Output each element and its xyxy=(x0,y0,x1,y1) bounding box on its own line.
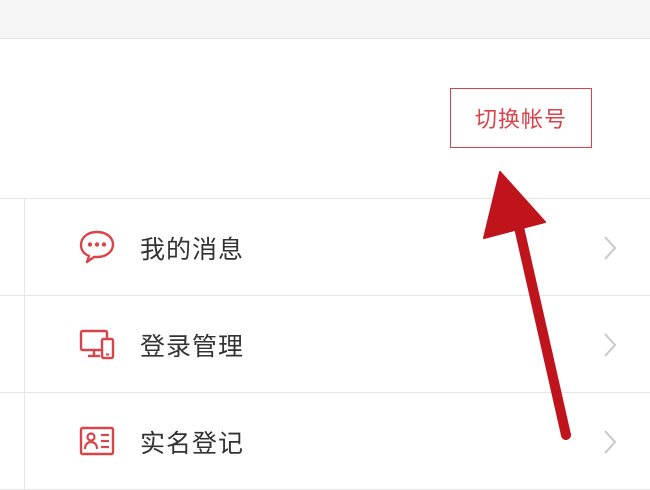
devices-icon xyxy=(79,329,115,360)
menu-item-real-name-registration[interactable]: 实名登记 xyxy=(0,393,650,490)
menu-item-login-management[interactable]: 登录管理 xyxy=(0,296,650,393)
menu-item-label: 实名登记 xyxy=(140,429,245,458)
top-bar xyxy=(0,0,650,39)
chevron-right-icon xyxy=(604,430,617,454)
menu-item-messages[interactable]: 我的消息 xyxy=(0,199,650,296)
chevron-right-icon xyxy=(604,333,617,357)
id-card-icon xyxy=(79,426,115,456)
menu-item-label: 登录管理 xyxy=(140,332,245,361)
switch-account-button[interactable]: 切换帐号 xyxy=(450,88,592,148)
left-divider-cell xyxy=(0,199,25,295)
chat-bubble-icon xyxy=(79,230,115,264)
chevron-right-icon xyxy=(604,236,617,260)
menu-item-label: 我的消息 xyxy=(140,235,245,264)
account-header: 切换帐号 xyxy=(0,39,650,199)
left-divider-cell xyxy=(0,296,25,392)
left-divider-cell xyxy=(0,393,25,489)
settings-menu: 我的消息 登录管理 实名登记 xyxy=(0,199,650,490)
